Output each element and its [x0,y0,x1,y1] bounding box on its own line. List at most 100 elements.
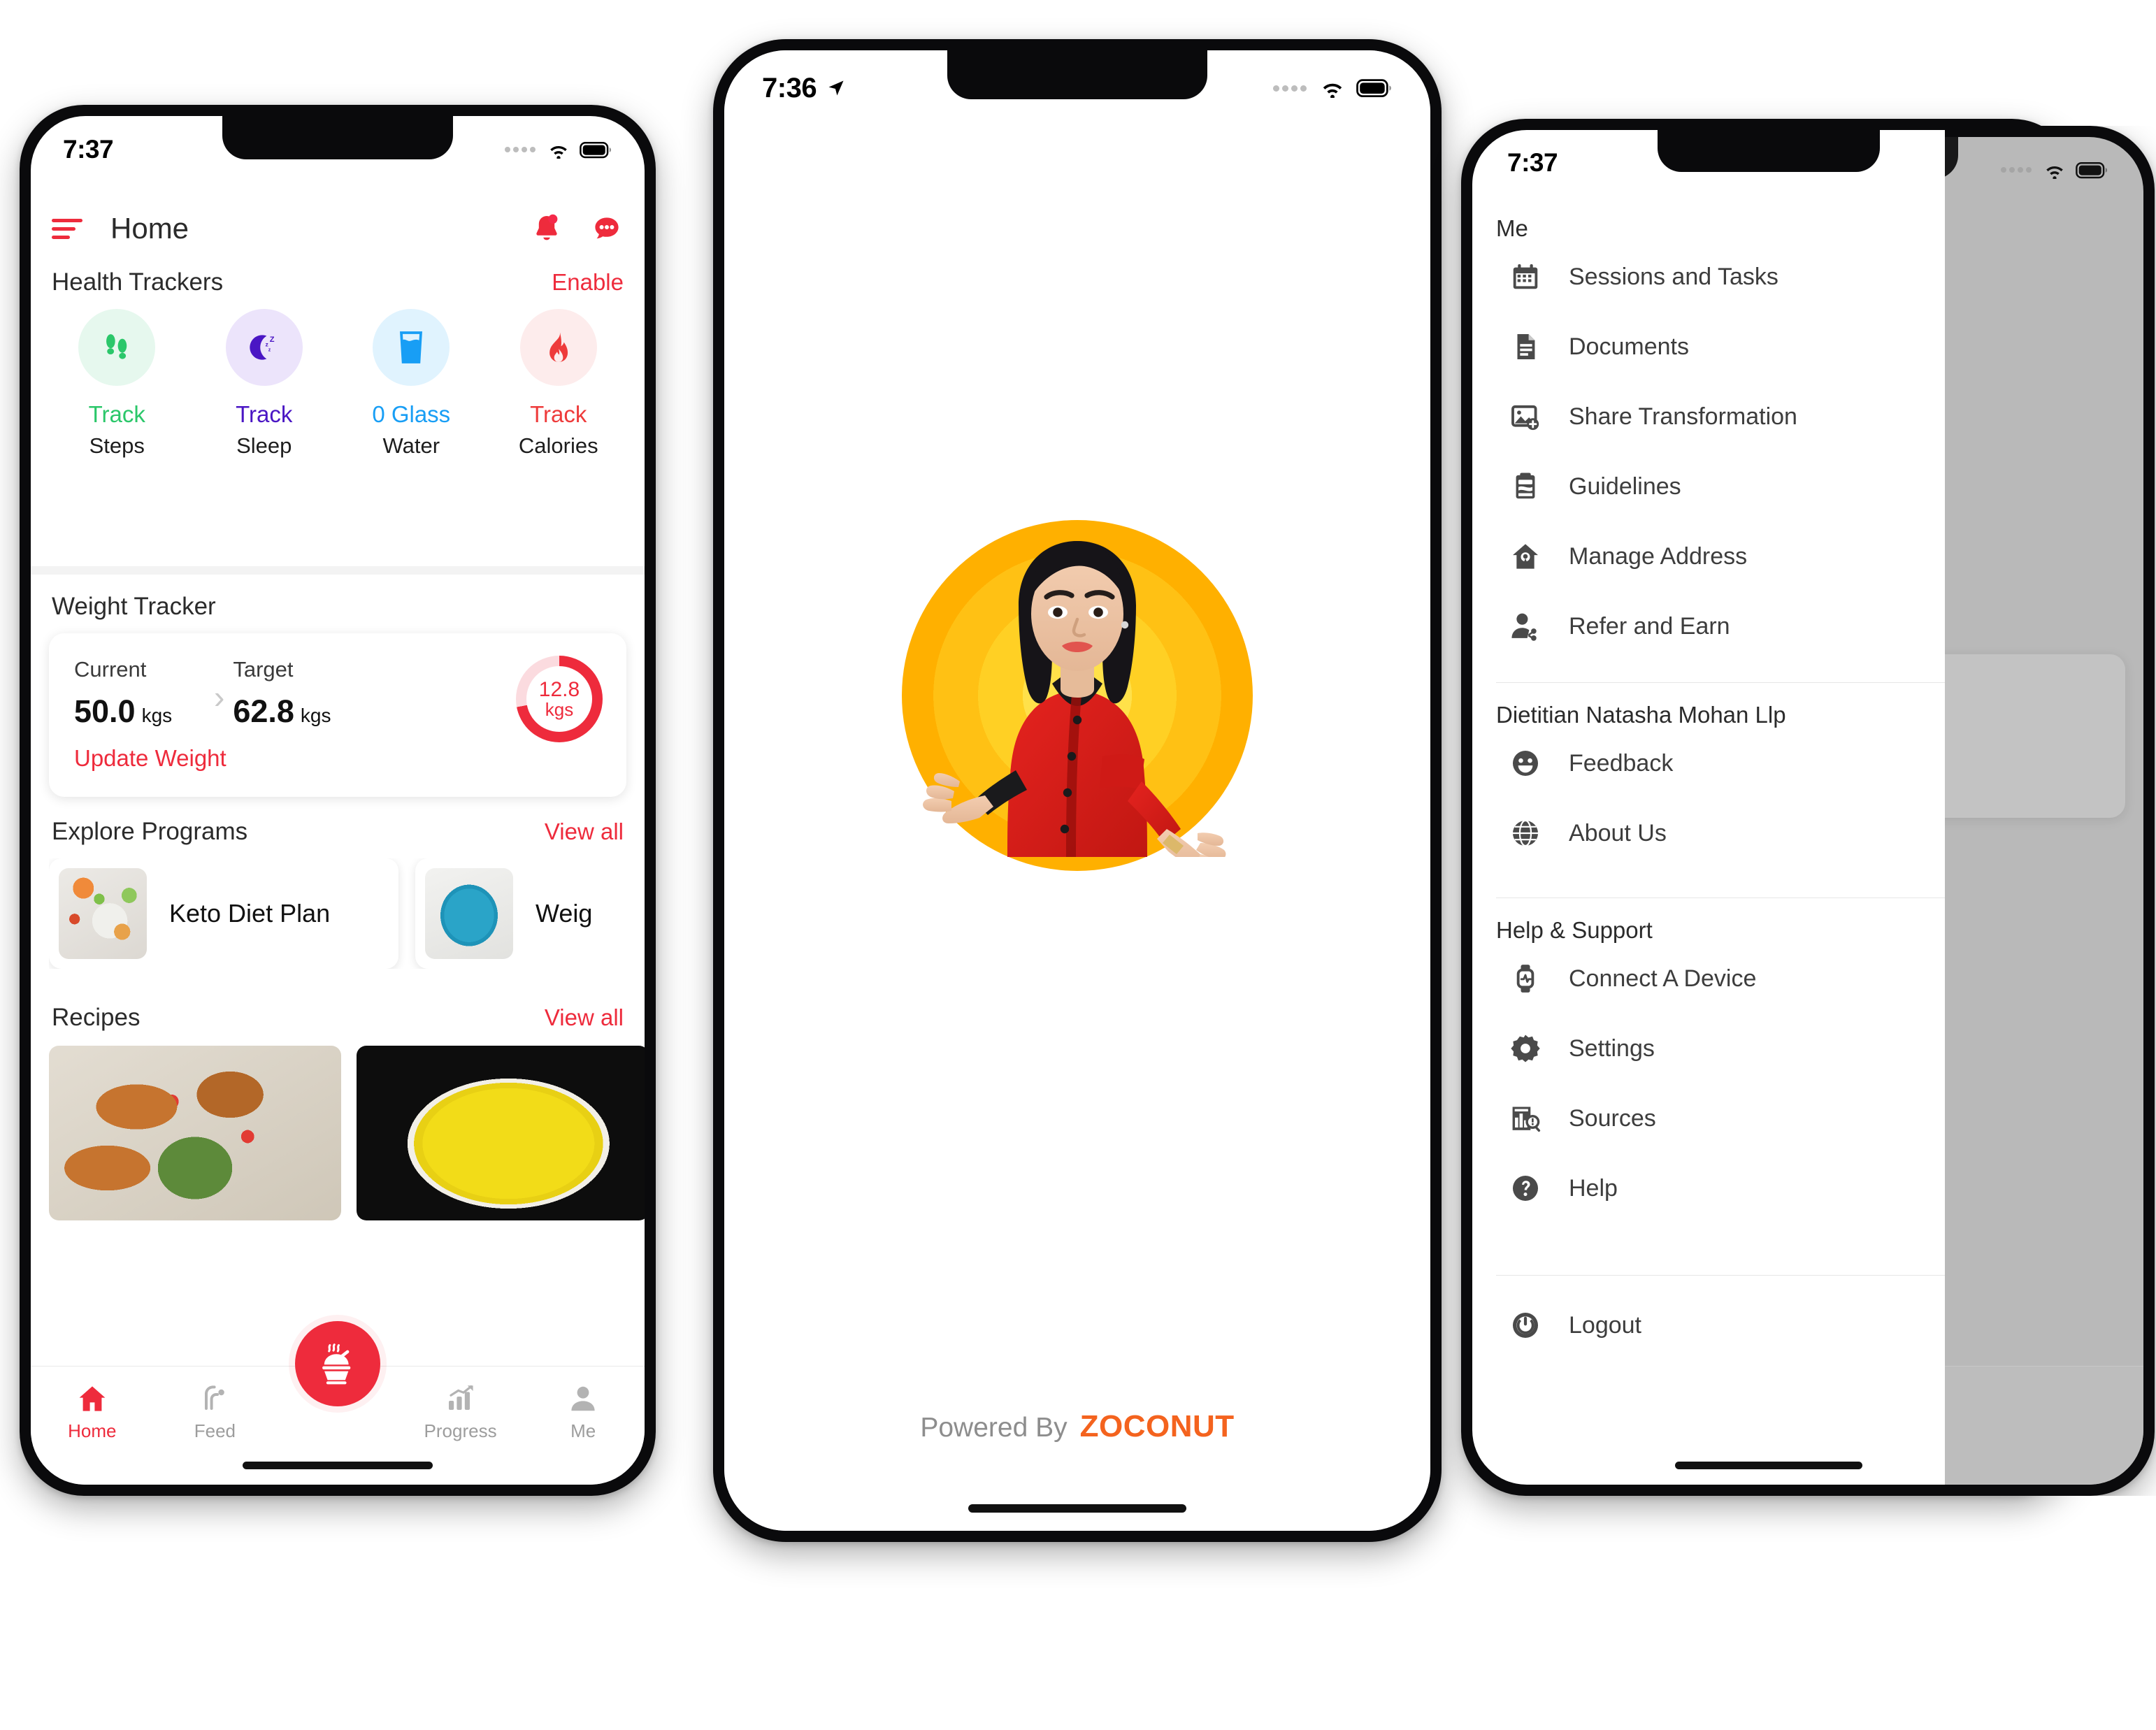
recipe-card[interactable] [49,1046,341,1220]
nav-item-me[interactable]: Me [522,1382,645,1442]
home-indicator [968,1504,1186,1513]
left-phone-screen: 7:37 Home Health Trackers Enable Track S… [31,116,645,1485]
menu-item-label: Sources [1569,1104,1656,1132]
explore-programs-header: Explore Programs View all [52,818,624,846]
nav-label: Progress [424,1420,497,1441]
weight-tracker-card[interactable]: Current 50.0 kgs › Target 62.8 kgs Updat… [49,633,626,797]
current-weight-label: Current [74,657,147,682]
chat-bubble-icon[interactable] [590,212,624,245]
status-time: 7:37 [1507,148,1558,177]
program-name: Weig [536,899,593,928]
sources-chart-icon [1507,1100,1544,1137]
center-phone-device: 7:36 Powered By ZOCONUT [713,39,1442,1542]
ring-value: 12.8 [538,677,580,701]
question-circle-icon [1507,1170,1544,1206]
recipes-view-all-button[interactable]: View all [545,1004,624,1031]
ring-unit: kgs [545,699,574,721]
tracker-value: Track [236,401,293,427]
home-icon [76,1382,109,1415]
menu-item-label: Documents [1569,333,1689,360]
globe-icon [1507,815,1544,851]
home-indicator [243,1462,433,1469]
status-time: 7:37 [63,135,114,164]
clipboard-icon [1507,468,1544,505]
nav-item-progress[interactable]: Progress [399,1382,522,1442]
wifi-icon [547,141,570,159]
tracker-value: 0 Glass [372,401,451,427]
section-divider [31,566,645,575]
recipes-list[interactable] [49,1046,645,1220]
svg-text:z: z [268,347,271,352]
target-weight-label: Target [233,657,294,682]
menu-item-label: Feedback [1569,749,1674,777]
update-weight-button[interactable]: Update Weight [74,745,227,772]
nav-item-feed[interactable]: Feed [154,1382,277,1442]
tracker-steps[interactable]: Track Steps [43,309,191,459]
signal-dots-icon [2001,167,2032,173]
battery-icon [2076,161,2108,179]
home-indicator [1675,1462,1862,1469]
weight-progress-ring: 12.8 kgs [516,656,603,742]
menu-item-label: About Us [1569,819,1667,846]
tracker-water[interactable]: 0 Glass Water [338,309,485,459]
tracker-value: Track [530,401,587,427]
hamburger-icon[interactable] [52,217,82,240]
target-weight-value: 62.8 [233,693,294,729]
section-title: Health Trackers [52,268,224,296]
explore-programs-list[interactable]: Keto Diet Plan Weig [49,858,645,969]
calendar-icon [1507,259,1544,295]
dietitian-hero-illustration [923,541,1226,857]
nav-item-home[interactable]: Home [31,1382,154,1442]
weight-tracker-title: Weight Tracker [52,593,216,620]
left-phone-device: 7:37 Home Health Trackers Enable Track S… [20,105,656,1496]
enable-trackers-button[interactable]: Enable [552,269,624,296]
tracker-label: Sleep [236,433,292,458]
powered-by-footer: Powered By ZOCONUT [724,1409,1430,1444]
nav-label: Me [570,1420,596,1441]
screenshot-canvas: 7:37 Home Health Trackers Enable Track S… [0,0,2156,1730]
health-trackers-header: Health Trackers Enable [52,268,624,296]
tracker-value: Track [88,401,145,427]
bell-icon[interactable] [530,212,563,245]
bar-chart-arrow-icon [444,1382,477,1415]
tracker-label: Water [382,433,440,458]
program-name: Keto Diet Plan [169,899,331,928]
overlap-weight-card[interactable]: Current 50.0 kgs Update Weigh [1945,654,2125,818]
page-title: Home [110,212,189,245]
recipe-card[interactable] [357,1046,645,1220]
signal-dots-icon [505,147,536,152]
home-pin-icon [1507,538,1544,575]
menu-item-label: Manage Address [1569,542,1748,570]
tracker-sleep[interactable]: Zzz Track Sleep [191,309,338,459]
menu-item-label: Guidelines [1569,473,1681,500]
log-meal-fab[interactable] [295,1321,380,1406]
powered-by-label: Powered By [920,1413,1068,1443]
notch [947,50,1207,99]
chevron-right-icon: › [214,679,225,715]
explore-view-all-button[interactable]: View all [545,819,624,845]
overlap-phone-screen: Home Health Tracke Track Steps Weight Tr… [1945,137,2143,1485]
smiley-icon [1507,745,1544,781]
tracker-calories[interactable]: Track Calories [485,309,633,459]
current-weight-value: 50.0 [74,693,136,729]
flame-icon [519,309,597,386]
center-phone-screen: 7:36 Powered By ZOCONUT [724,50,1430,1531]
menu-item-label: Sessions and Tasks [1569,263,1778,290]
program-card[interactable]: Keto Diet Plan [49,858,398,969]
overlap-bottom-nav: Home Fe [1945,1366,2143,1485]
program-card[interactable]: Weig [415,858,645,969]
notch [222,116,453,159]
power-icon [1507,1307,1544,1343]
menu-item-label: Connect A Device [1569,965,1757,992]
menu-item-label: Refer and Earn [1569,612,1730,640]
menu-item-label: Settings [1569,1035,1655,1062]
section-title: Recipes [52,1004,141,1031]
moon-sleep-icon: Zzz [225,309,303,386]
smartwatch-icon [1507,960,1544,997]
image-add-icon [1507,398,1544,435]
section-title: Explore Programs [52,818,248,845]
overlap-app-bar: Home [1945,219,2143,280]
footsteps-icon [78,309,156,386]
feed-rss-icon [198,1382,231,1415]
splash-screen: Powered By ZOCONUT [724,50,1430,1531]
